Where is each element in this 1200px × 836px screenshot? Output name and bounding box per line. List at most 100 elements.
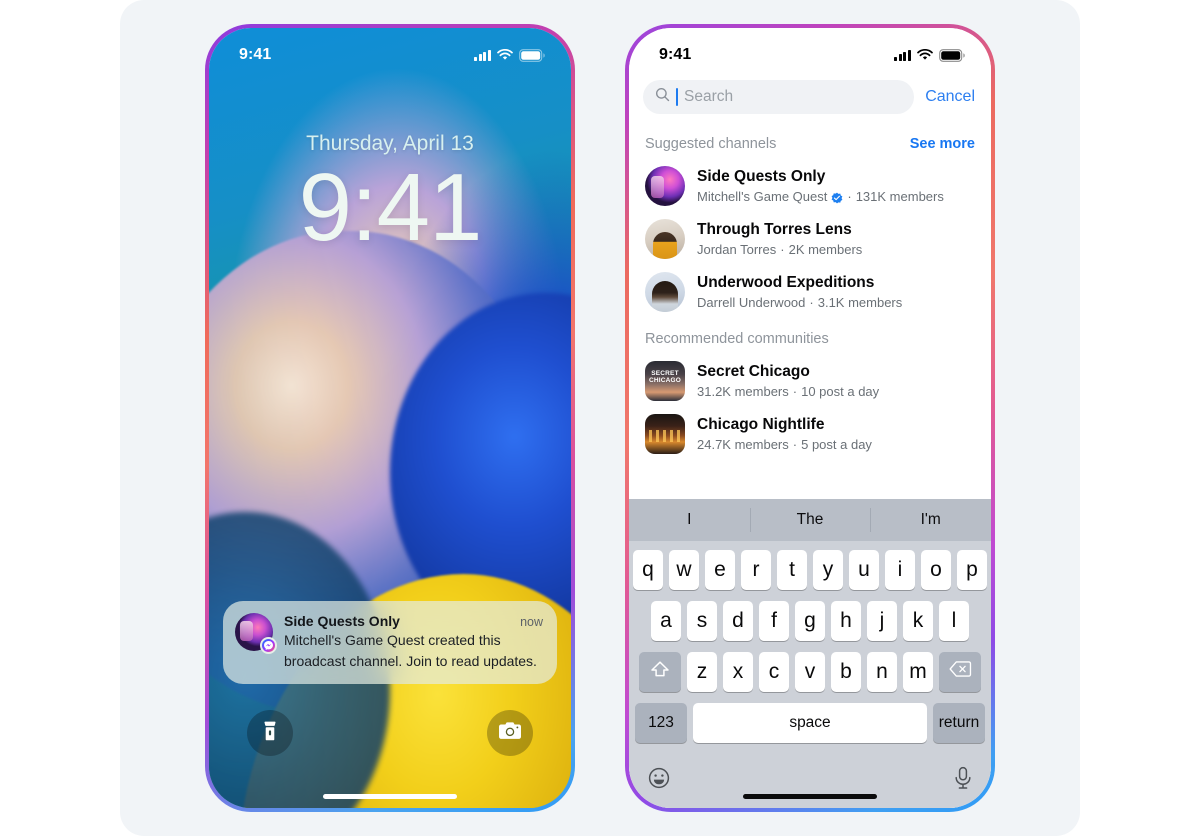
list-item-owner: Mitchell's Game Quest (697, 188, 828, 204)
notification-title: Side Quests Only (284, 613, 400, 630)
key-q[interactable]: q (633, 550, 663, 590)
list-item[interactable]: Chicago Nightlife 24.7K members · 5 post… (629, 408, 991, 461)
list-item[interactable]: Through Torres Lens Jordan Torres · 2K m… (629, 213, 991, 266)
separator: · (792, 383, 798, 399)
home-indicator[interactable] (743, 794, 877, 799)
see-more-button[interactable]: See more (910, 136, 975, 152)
space-key[interactable]: space (693, 703, 927, 743)
cancel-button[interactable]: Cancel (925, 88, 977, 106)
microphone-icon[interactable] (953, 766, 973, 795)
search-icon (655, 87, 670, 107)
notification-app-avatar (235, 613, 277, 655)
key-c[interactable]: c (759, 652, 789, 692)
separator: · (847, 188, 852, 204)
avatar (645, 166, 685, 206)
key-h[interactable]: h (831, 601, 861, 641)
key-e[interactable]: e (705, 550, 735, 590)
showcase-card: 9:41 Thursday, April 13 9:41 Side Quests… (120, 0, 1080, 836)
key-p[interactable]: p (957, 550, 987, 590)
list-item-title: Chicago Nightlife (697, 415, 825, 433)
list-item-meta: 10 post a day (801, 383, 880, 399)
list-item-owner: 31.2K members (697, 383, 789, 399)
list-item-owner: 24.7K members (697, 436, 789, 452)
section-title: Recommended communities (645, 331, 829, 347)
list-item-meta: 2K members (788, 241, 863, 257)
community-thumb-label: SECRET CHICAGO (648, 370, 682, 385)
key-l[interactable]: l (939, 601, 969, 641)
shift-key[interactable] (639, 652, 681, 692)
cellular-signal-icon (894, 49, 911, 61)
status-bar-time: 9:41 (659, 46, 692, 63)
key-r[interactable]: r (741, 550, 771, 590)
key-i[interactable]: i (885, 550, 915, 590)
list-item[interactable]: SECRET CHICAGO Secret Chicago 31.2K memb… (629, 355, 991, 408)
key-y[interactable]: y (813, 550, 843, 590)
key-t[interactable]: t (777, 550, 807, 590)
key-b[interactable]: b (831, 652, 861, 692)
keyboard-suggestion-bar: I The I'm (629, 499, 991, 541)
key-n[interactable]: n (867, 652, 897, 692)
key-s[interactable]: s (687, 601, 717, 641)
list-item-owner: Darrell Underwood (697, 294, 806, 310)
key-m[interactable]: m (903, 652, 933, 692)
on-screen-keyboard: I The I'm q w e r t y u i o p a s d f g … (629, 499, 991, 808)
key-x[interactable]: x (723, 652, 753, 692)
list-item-subtitle: 24.7K members · 5 post a day (697, 436, 872, 454)
lock-screen-notification[interactable]: Side Quests Only now Mitchell's Game Que… (223, 601, 557, 684)
key-z[interactable]: z (687, 652, 717, 692)
key-w[interactable]: w (669, 550, 699, 590)
separator: · (780, 241, 785, 257)
keyboard-row-3: z x c v b n m (632, 652, 988, 692)
notification-body: Mitchell's Game Quest created this broad… (284, 632, 537, 669)
section-header-suggested-channels: Suggested channels See more (629, 124, 991, 160)
notification-timestamp: now (520, 615, 543, 630)
key-j[interactable]: j (867, 601, 897, 641)
delete-backspace-icon (948, 660, 972, 684)
key-v[interactable]: v (795, 652, 825, 692)
section-header-recommended-communities: Recommended communities (629, 319, 991, 355)
camera-icon (498, 721, 522, 746)
phone-lock-screen: 9:41 Thursday, April 13 9:41 Side Quests… (205, 24, 575, 812)
key-f[interactable]: f (759, 601, 789, 641)
community-thumbnail (645, 414, 685, 454)
list-item-owner: Jordan Torres (697, 241, 777, 257)
key-k[interactable]: k (903, 601, 933, 641)
key-d[interactable]: d (723, 601, 753, 641)
results-list: Suggested channels See more Side Quests … (629, 124, 991, 499)
list-item[interactable]: Underwood Expeditions Darrell Underwood … (629, 266, 991, 319)
home-indicator[interactable] (323, 794, 457, 799)
app-status-bar: 9:41 (629, 28, 991, 72)
avatar (645, 219, 685, 259)
list-item-subtitle: Darrell Underwood · 3.1K members (697, 294, 902, 312)
lock-screen-quick-actions (209, 710, 571, 756)
phone-search-screen: 9:41 Search Cancel Suggested channels Se… (625, 24, 995, 812)
delete-key[interactable] (939, 652, 981, 692)
camera-button[interactable] (487, 710, 533, 756)
key-g[interactable]: g (795, 601, 825, 641)
suggestion-chip[interactable]: I (629, 499, 750, 541)
wifi-icon (497, 49, 513, 61)
verified-badge-icon (831, 191, 843, 204)
text-caret (676, 88, 678, 106)
key-u[interactable]: u (849, 550, 879, 590)
return-key[interactable]: return (933, 703, 985, 743)
flashlight-button[interactable] (247, 710, 293, 756)
keyboard-row-4: 123 space return (632, 703, 988, 743)
key-a[interactable]: a (651, 601, 681, 641)
lock-screen-clock: 9:41 (298, 154, 483, 261)
numbers-key[interactable]: 123 (635, 703, 687, 743)
search-bar-row: Search Cancel (629, 72, 991, 124)
list-item-meta: 5 post a day (801, 436, 872, 452)
suggestion-chip[interactable]: The (749, 499, 871, 541)
messenger-badge-icon (260, 637, 277, 655)
list-item-meta: 131K members (855, 188, 944, 204)
keyboard-row-2: a s d f g h j k l (632, 601, 988, 641)
suggestion-chip[interactable]: I'm (870, 499, 991, 541)
list-item[interactable]: Side Quests Only Mitchell's Game Quest ·… (629, 160, 991, 213)
wifi-icon (917, 49, 933, 61)
status-bar-time: 9:41 (239, 46, 272, 63)
emoji-smiley-icon[interactable] (647, 766, 671, 795)
key-o[interactable]: o (921, 550, 951, 590)
search-input[interactable]: Search (643, 80, 915, 114)
list-item-subtitle: 31.2K members · 10 post a day (697, 383, 879, 401)
